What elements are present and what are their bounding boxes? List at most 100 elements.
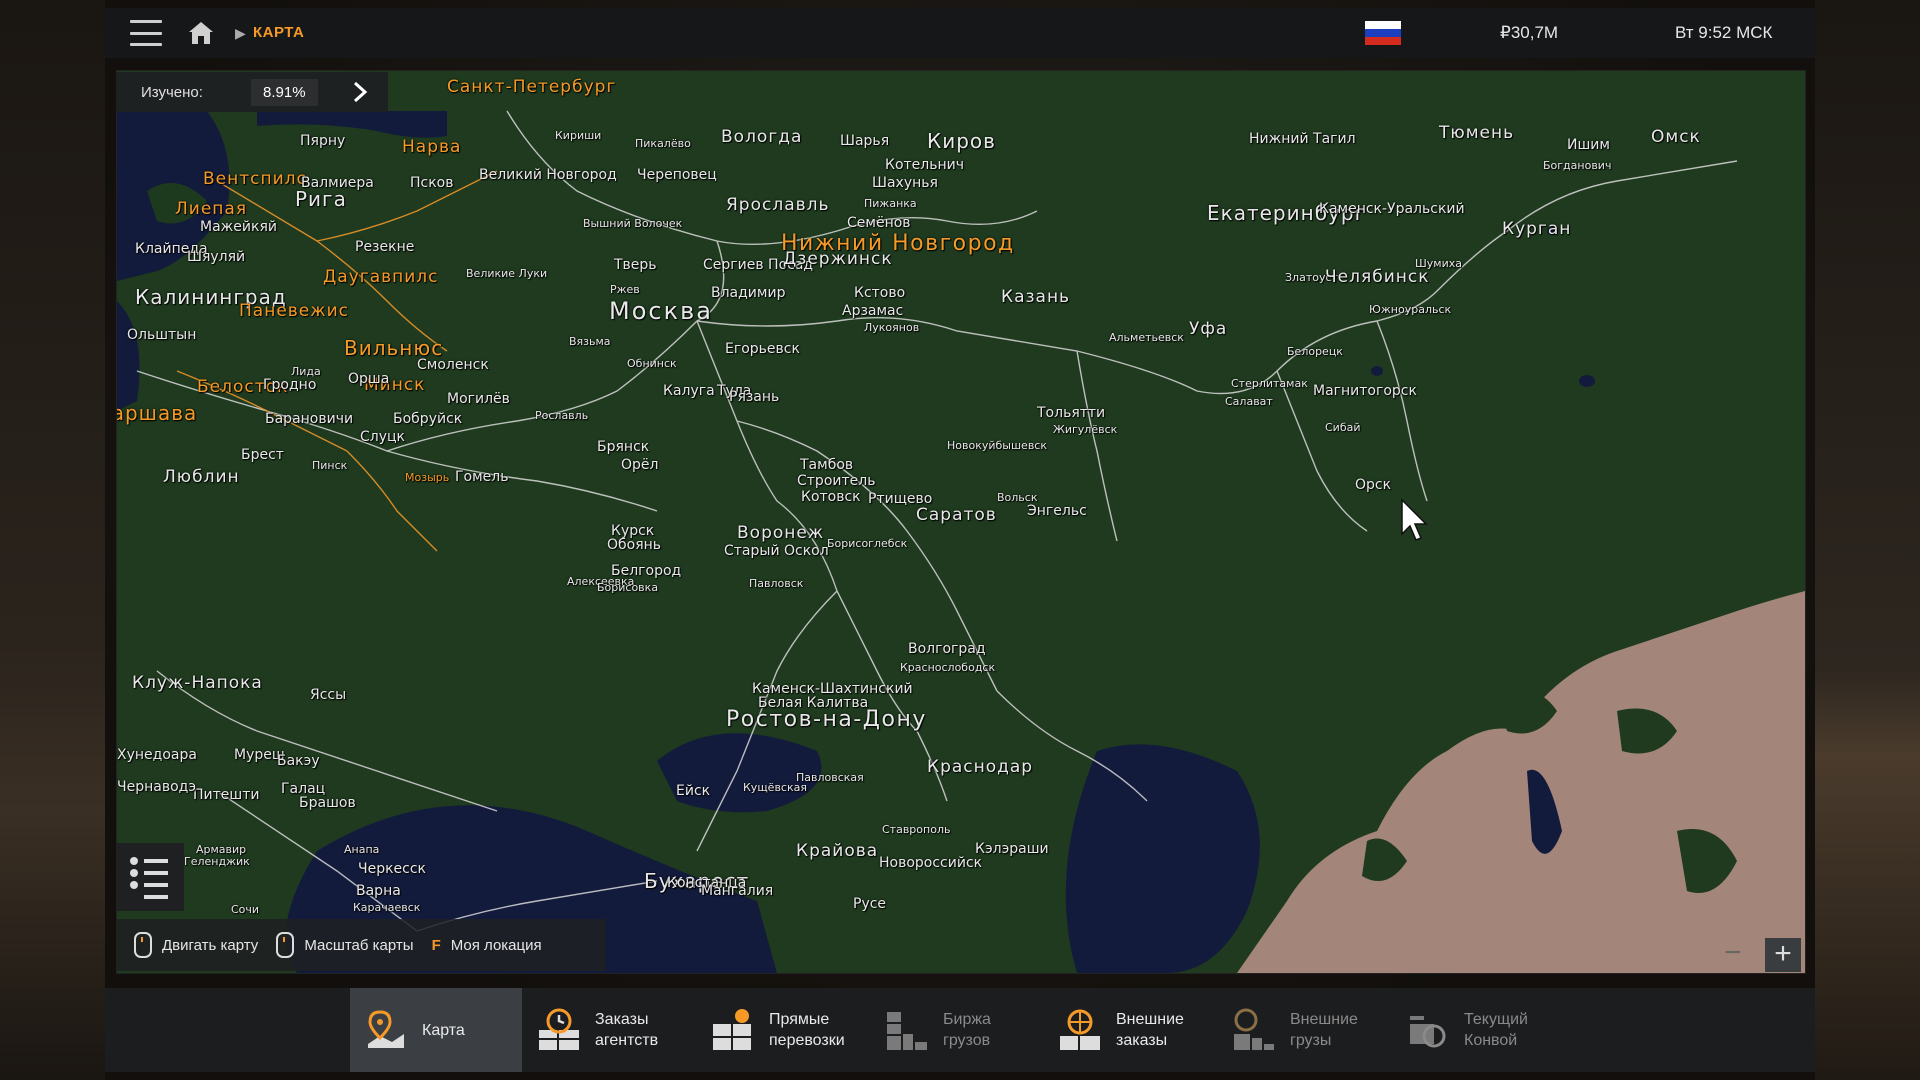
city-label: Семёнов <box>847 215 911 231</box>
bottom-navigation: Карта Заказы агентств Прямые перевозки Б… <box>105 988 1815 1072</box>
city-label: Шяуляй <box>187 249 246 265</box>
city-label: Орск <box>1355 477 1392 493</box>
city-label: Новокуйбышевск <box>947 439 1047 452</box>
nav-label-agency-orders: Заказы агентств <box>595 1011 659 1049</box>
city-label: Калуга <box>663 383 715 399</box>
city-label: Саратов <box>916 505 997 525</box>
city-label: Каменск-Уральский <box>1319 201 1465 217</box>
city-label: Смоленск <box>417 357 489 373</box>
city-label: Могилёв <box>447 391 510 407</box>
city-label: Тверь <box>614 257 657 273</box>
nav-direct-transport[interactable]: Прямые перевозки <box>711 988 871 1072</box>
city-label: Павловская <box>796 771 864 784</box>
city-label: Вязьма <box>569 335 611 348</box>
city-label: Тюмень <box>1439 123 1515 143</box>
city-label: Нижний Тагил <box>1249 131 1356 147</box>
city-label: Белорецк <box>1287 345 1343 358</box>
nav-current-convoy[interactable]: Текущий Конвой <box>1406 988 1576 1072</box>
nav-label-external-cargo: Внешние грузы <box>1290 1011 1358 1049</box>
city-label: Котельнич <box>885 157 964 173</box>
city-label: Москва <box>609 297 713 325</box>
hint-my-location[interactable]: F Моя локация <box>432 937 542 954</box>
hint-zoom-map-label: Масштаб карты <box>304 936 414 954</box>
city-label: Жигулёвск <box>1053 423 1118 436</box>
city-label: Богданович <box>1543 159 1612 172</box>
city-label: Дзержинск <box>783 249 893 269</box>
city-label: Обоянь <box>607 537 662 553</box>
city-label: Владимир <box>711 285 786 301</box>
chevron-right-icon[interactable] <box>350 80 370 104</box>
city-label: Уфа <box>1189 319 1228 339</box>
city-label: Краснослободск <box>900 661 996 674</box>
city-label: Гродно <box>263 377 317 393</box>
city-label: Вышний Волочек <box>583 217 683 230</box>
city-label: Тольятти <box>1037 405 1106 421</box>
nav-map[interactable]: Карта <box>350 988 522 1072</box>
nav-label-freight-market: Биржа грузов <box>943 1011 991 1049</box>
mouse-cursor-icon <box>1401 498 1428 541</box>
game-clock: Вт 9:52 МСК <box>1675 23 1773 42</box>
city-label: Челябинск <box>1325 267 1430 287</box>
city-label: Брашов <box>299 795 356 811</box>
city-label: Ишим <box>1567 137 1610 153</box>
nav-agency-orders[interactable]: Заказы агентств <box>537 988 697 1072</box>
agency-clock-icon <box>539 1008 579 1050</box>
city-label: Ейск <box>676 783 711 799</box>
zoom-in-button[interactable]: + <box>1765 938 1801 972</box>
city-label: Старый Оскол <box>724 543 829 559</box>
home-icon[interactable] <box>187 20 215 46</box>
city-label: Крайова <box>796 841 879 861</box>
legend-list-icon[interactable] <box>116 843 184 911</box>
city-label: Псков <box>410 175 454 191</box>
city-label: Омск <box>1651 127 1701 147</box>
mouse-wheel-icon <box>276 932 295 958</box>
external-orders-globe-icon <box>1060 1009 1100 1050</box>
city-label: Тамбов <box>800 457 854 473</box>
convoy-icon <box>1410 1016 1446 1048</box>
world-map[interactable]: Санкт-Петербург Вологда Шарья Киров Нижний Т… <box>116 70 1806 974</box>
explored-label: Изучено: <box>141 83 203 101</box>
city-label: Череповец <box>637 167 717 183</box>
city-label: Брянск <box>597 439 650 455</box>
city-label: Ярославль <box>726 195 830 215</box>
city-label: Русе <box>853 896 887 912</box>
nav-external-orders[interactable]: Внешние заказы <box>1058 988 1218 1072</box>
city-label: Бобруйск <box>393 411 463 427</box>
breadcrumb: КАРТА <box>253 24 305 41</box>
explored-value: 8.91% <box>251 78 318 106</box>
city-label: Магнитогорск <box>1313 383 1417 399</box>
external-cargo-globe-icon <box>1234 1008 1274 1050</box>
city-label: Пикалёво <box>635 137 691 150</box>
hint-my-location-key: F <box>431 936 441 954</box>
hamburger-menu-icon[interactable] <box>130 20 162 46</box>
zoom-out-button[interactable]: − <box>1715 938 1751 972</box>
nav-label-map: Карта <box>422 1021 465 1039</box>
breadcrumb-chevron-icon: ▶ <box>235 25 246 41</box>
city-label: Анапа <box>344 843 380 856</box>
city-label: Волгоград <box>908 641 986 657</box>
mouse-icon <box>134 932 152 958</box>
city-label: Южноуральск <box>1369 303 1452 316</box>
city-label: Варшава <box>117 401 198 425</box>
city-label: Ставрополь <box>882 823 951 836</box>
city-label: Резекне <box>355 239 415 255</box>
city-label: Котовск <box>801 489 861 505</box>
explored-progress-panel: Изучено: 8.91% <box>116 72 388 112</box>
nav-freight-market[interactable]: Биржа грузов <box>885 988 1045 1072</box>
city-label: Варна <box>356 883 401 899</box>
city-label: Новороссийск <box>879 855 983 871</box>
city-label: Ольштын <box>127 327 197 343</box>
city-label: Обнинск <box>627 357 677 370</box>
city-label: Рославль <box>535 409 589 422</box>
city-label: Пярну <box>300 133 346 149</box>
city-label: Мозырь <box>405 471 450 484</box>
city-label: Борисовка <box>597 581 659 594</box>
nav-label-current-convoy: Текущий Конвой <box>1464 1011 1528 1049</box>
city-label: Брест <box>241 447 284 463</box>
city-label: Шарья <box>840 133 890 149</box>
city-label: Казань <box>1001 287 1071 307</box>
city-label: Санкт-Петербург <box>447 77 617 97</box>
nav-label-external-orders: Внешние заказы <box>1116 1011 1184 1049</box>
nav-external-cargo[interactable]: Внешние грузы <box>1232 988 1392 1072</box>
city-label: Вологда <box>721 127 803 147</box>
